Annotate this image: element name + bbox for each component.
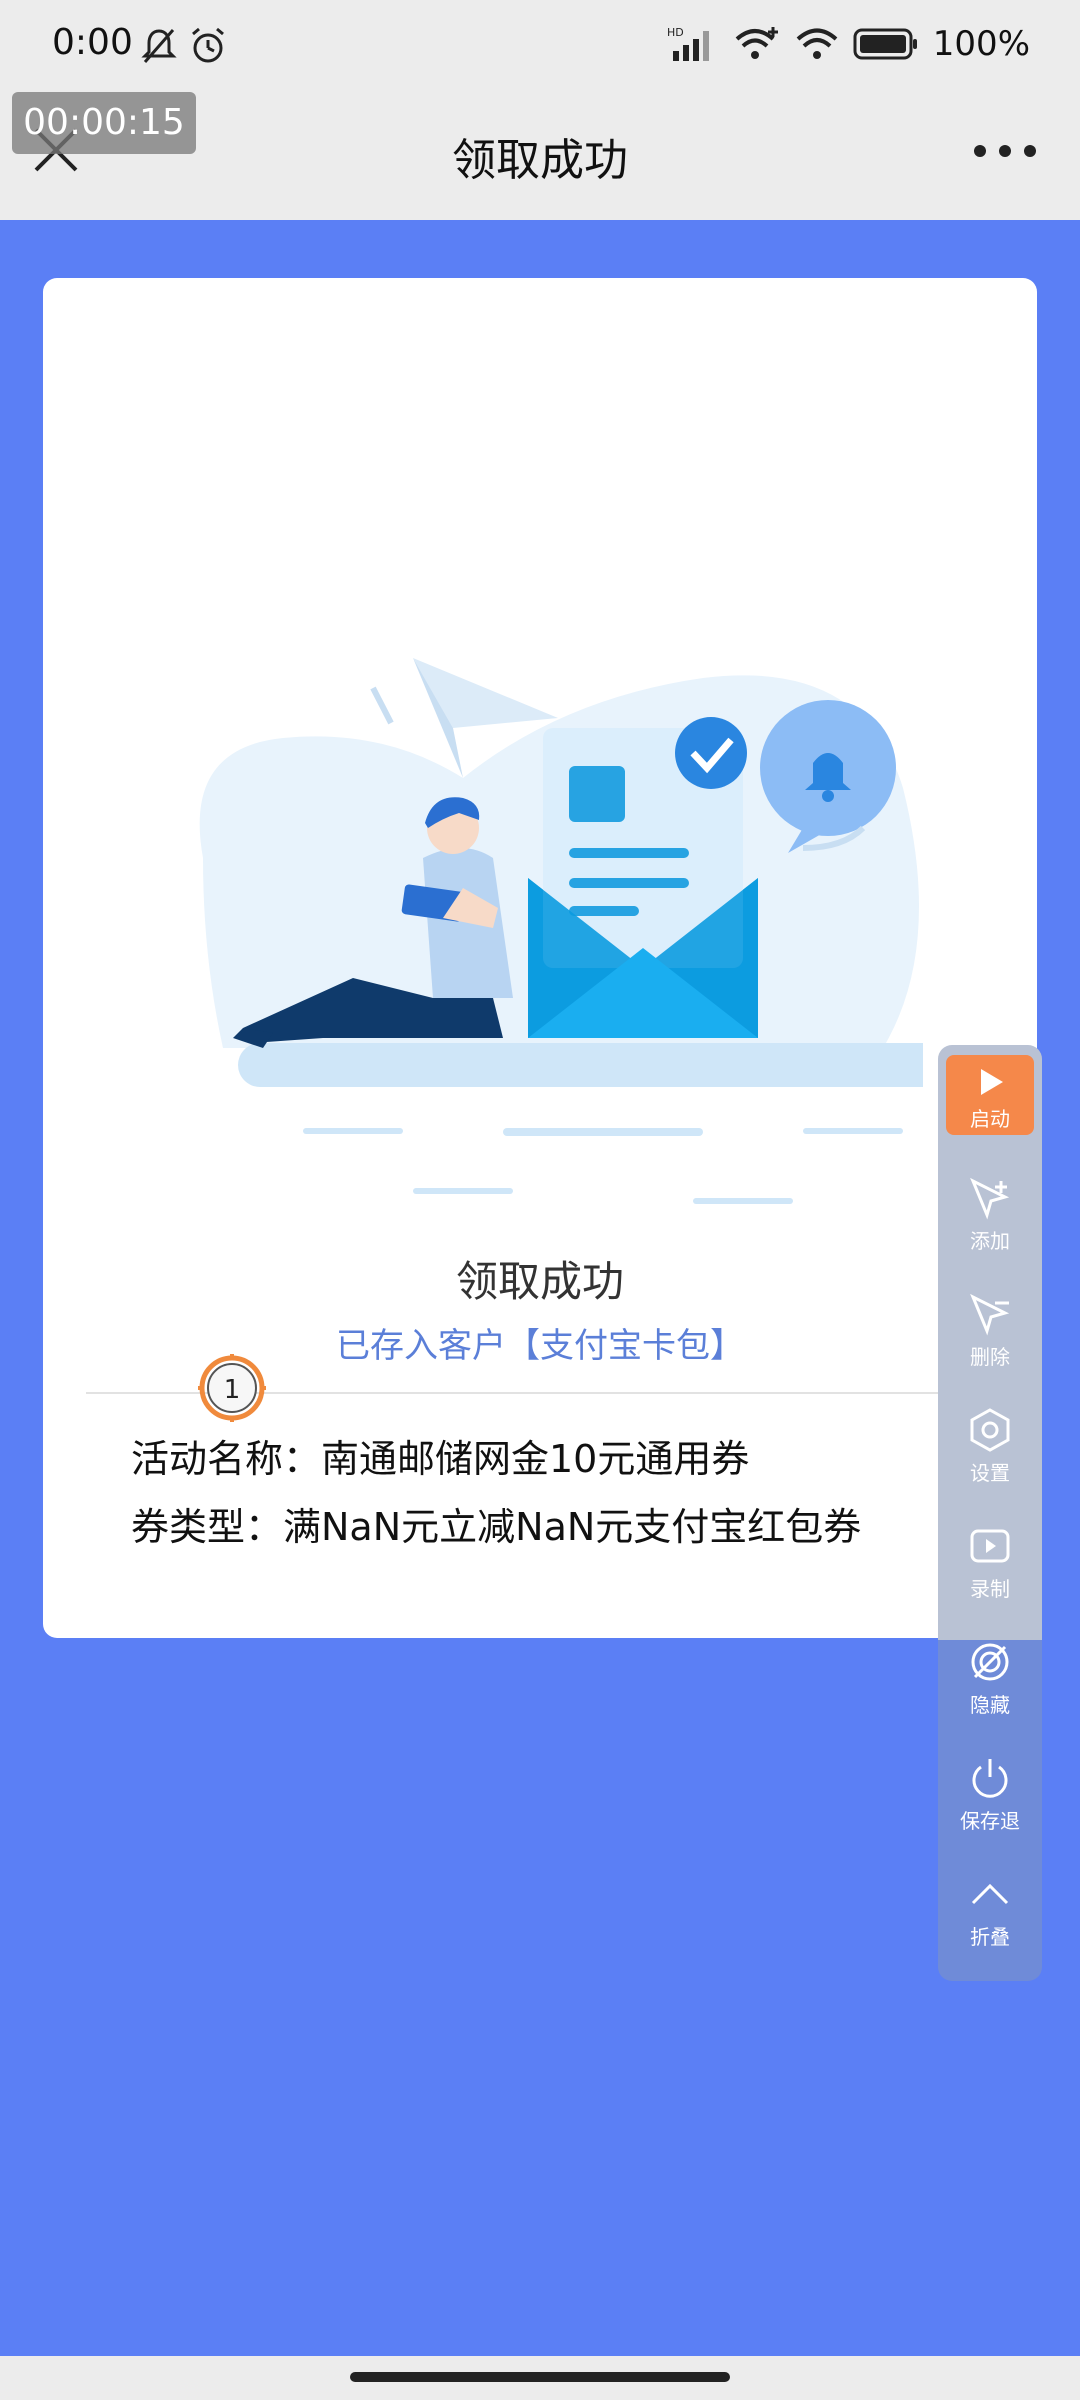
cursor-minus-icon [970,1293,1010,1336]
status-bar: 0:00 HD 100% [0,0,1080,92]
delete-button[interactable]: 删除 [938,1281,1042,1387]
chevron-up-icon [971,1883,1009,1905]
more-icon[interactable] [970,136,1040,166]
save-exit-label: 保存退 [960,1809,1020,1833]
battery-percent: 100% [932,24,1030,64]
add-button[interactable]: 添加 [938,1165,1042,1271]
record-icon [970,1529,1010,1563]
settings-label: 设置 [970,1461,1010,1485]
start-button[interactable]: 启动 [946,1055,1034,1135]
mute-bell-icon [141,29,177,63]
status-time: 0:00 [52,22,133,63]
success-title: 领取成功 [455,1257,624,1306]
settings-button[interactable]: 设置 [938,1397,1042,1503]
delete-label: 删除 [970,1345,1010,1369]
hd-signal-icon: HD [667,26,709,61]
battery-icon [853,28,917,60]
cursor-plus-icon [970,1177,1010,1220]
collapse-label: 折叠 [970,1925,1010,1949]
marker-number: 1 [224,1375,241,1405]
alarm-icon [192,27,224,63]
add-label: 添加 [970,1229,1010,1253]
power-icon [972,1759,1008,1798]
home-indicator[interactable] [350,2372,730,2382]
hide-button[interactable]: 隐藏 [938,1629,1042,1735]
record-button[interactable]: 录制 [938,1513,1042,1619]
success-subtitle: 已存入客户【支付宝卡包】 [336,1326,744,1366]
tap-marker[interactable]: 1 [196,1352,268,1424]
gear-icon [970,1408,1010,1452]
play-icon [981,1069,1003,1095]
coupon-type: 券类型：满NaN元立减NaN元支付宝红包券 [131,1505,862,1549]
success-card: 领取成功 已存入客户【支付宝卡包】 活动名称：南通邮储网金10元通用券 券类型：… [43,278,1037,1638]
activity-name: 活动名称：南通邮储网金10元通用券 [131,1437,750,1481]
record-label: 录制 [970,1577,1010,1601]
collapse-button[interactable]: 折叠 [938,1861,1042,1967]
hide-label: 隐藏 [970,1693,1010,1717]
svg-text:HD: HD [667,26,684,39]
wifi-plus-icon [735,27,778,59]
start-label: 启动 [970,1107,1010,1131]
wifi-icon [796,28,838,59]
save-exit-button[interactable]: 保存退 [938,1745,1042,1851]
success-illustration [199,658,923,1204]
recording-timer: 00:00:15 [12,92,196,154]
hide-icon [971,1643,1009,1681]
floating-toolbar: 启动 添加 删除 设置 录制 隐藏 保存退 折叠 [938,1045,1042,1981]
